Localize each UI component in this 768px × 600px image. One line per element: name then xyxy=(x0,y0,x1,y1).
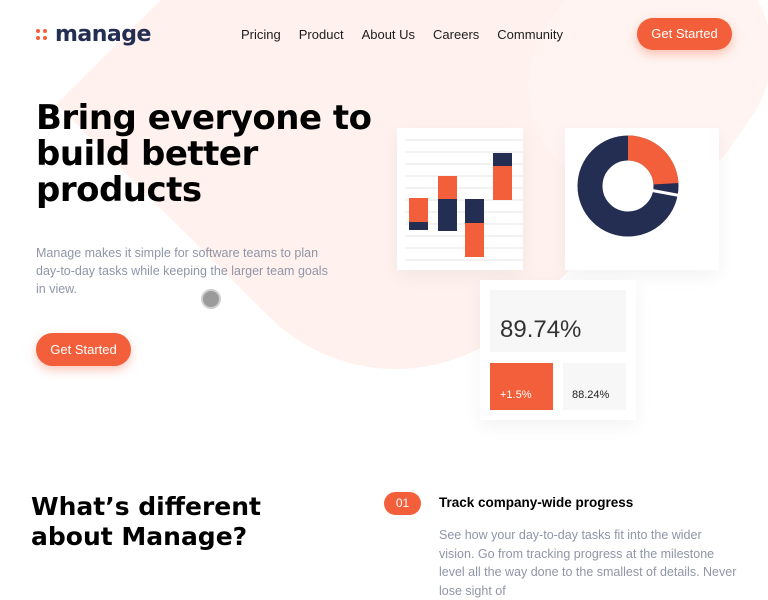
donut-chart-graphic xyxy=(577,135,694,237)
hero-get-started-button[interactable]: Get Started xyxy=(36,333,131,366)
nav-link-careers[interactable]: Careers xyxy=(433,27,479,42)
nav-link-about-us[interactable]: About Us xyxy=(362,27,415,42)
site-header: manage Pricing Product About Us Careers … xyxy=(0,0,768,70)
stat-main-tile: 89.74% xyxy=(490,290,626,352)
bar-chart-graphic xyxy=(405,139,545,261)
logo-text: manage xyxy=(55,22,151,47)
hero-description: Manage makes it simple for software team… xyxy=(36,246,328,296)
feature-description: See how your day-to-day tasks fit into t… xyxy=(439,528,737,598)
nav-link-pricing[interactable]: Pricing xyxy=(241,27,281,42)
bar-3-bottom xyxy=(465,223,484,257)
bar-1-top xyxy=(409,198,428,222)
feature-number-badge: 01 xyxy=(384,492,421,515)
logo-mark-icon xyxy=(36,28,48,41)
bar-2-bottom xyxy=(438,199,457,231)
stat-secondary-value: 88.24% xyxy=(572,389,610,401)
bar-3-top xyxy=(465,199,484,223)
stat-secondary-tile: 88.24% xyxy=(563,363,626,410)
header-get-started-button[interactable]: Get Started xyxy=(637,18,732,50)
donut-hole xyxy=(603,161,653,211)
stat-change-value: +1.5% xyxy=(500,389,532,401)
nav-link-community[interactable]: Community xyxy=(497,27,563,42)
feature-title: Track company-wide progress xyxy=(439,495,634,510)
bar-4-top xyxy=(493,153,512,166)
stats-card: 89.74% +1.5% 88.24% xyxy=(480,280,636,420)
section-title: What’s different about Manage? xyxy=(31,492,261,551)
main-nav: Pricing Product About Us Careers Communi… xyxy=(241,27,563,42)
bar-1-bottom xyxy=(409,222,428,230)
stat-change-tile: +1.5% xyxy=(490,363,553,410)
stat-main-value: 89.74% xyxy=(500,316,582,343)
cursor-indicator xyxy=(201,289,221,309)
bar-4-bottom xyxy=(493,166,512,200)
donut-chart-card xyxy=(565,128,719,270)
logo[interactable]: manage xyxy=(36,22,151,47)
hero-title: Bring everyone to build better products xyxy=(36,98,372,210)
bar-chart-card xyxy=(397,128,545,270)
bar-2-top xyxy=(438,176,457,199)
nav-link-product[interactable]: Product xyxy=(299,27,344,42)
